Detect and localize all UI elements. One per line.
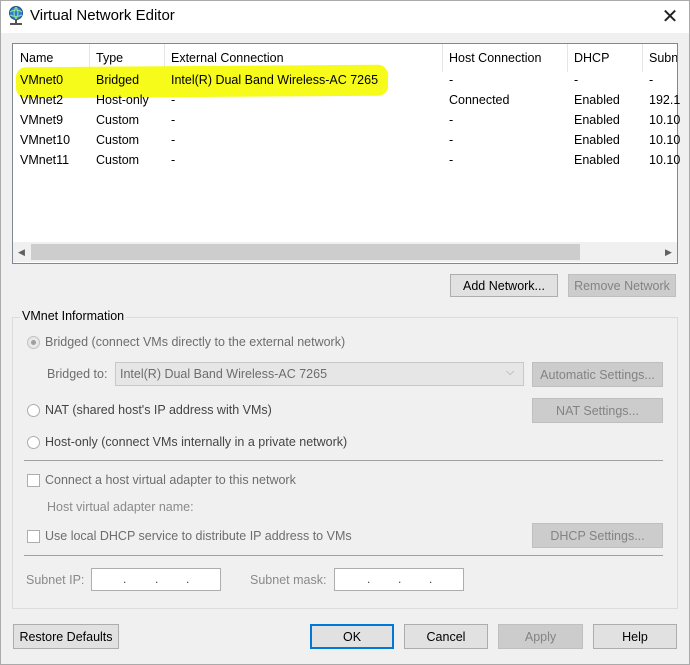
cancel-button[interactable]: Cancel [404, 624, 488, 649]
table-cell: - [449, 153, 454, 167]
column-header-host-connection[interactable]: Host Connection [442, 44, 568, 72]
adapter-name-label: Host virtual adapter name: [47, 500, 194, 514]
column-header-subnet[interactable]: Subn [642, 44, 677, 72]
table-cell: - [449, 113, 454, 127]
separator [24, 555, 663, 556]
vmnet-information-group [12, 317, 678, 609]
nat-radio[interactable] [27, 404, 40, 417]
table-row[interactable]: VMnet9 Custom - - Enabled 10.10 [0, 110, 690, 130]
table-cell: VMnet2 [20, 93, 64, 107]
table-cell: - [171, 133, 176, 147]
bridged-to-value: Intel(R) Dual Band Wireless-AC 7265 [120, 367, 328, 381]
table-cell: Custom [96, 113, 140, 127]
bridged-to-label: Bridged to: [47, 367, 108, 381]
host-only-label: Host-only (connect VMs internally in a p… [45, 435, 348, 449]
subnet-mask-label: Subnet mask: [250, 573, 327, 587]
table-cell: - [649, 73, 654, 87]
table-cell: 10.10 [649, 133, 681, 147]
network-globe-icon [7, 6, 25, 26]
table-cell: Enabled [574, 133, 620, 147]
table-cell: 192.1 [649, 93, 681, 107]
connect-adapter-label: Connect a host virtual adapter to this n… [45, 473, 296, 487]
add-network-button[interactable]: Add Network... [450, 274, 558, 297]
close-button[interactable]: ✕ [650, 0, 690, 33]
chevron-down-icon: ⌵ [506, 366, 515, 378]
scroll-thumb[interactable] [31, 244, 580, 260]
table-cell: - [171, 93, 176, 107]
bridged-label: Bridged (connect VMs directly to the ext… [45, 335, 346, 349]
window-title: Virtual Network Editor [30, 7, 175, 24]
separator [24, 460, 663, 461]
table-cell: Host-only [96, 93, 149, 107]
table-cell: - [449, 73, 454, 87]
table-cell: Enabled [574, 93, 620, 107]
table-cell: Intel(R) Dual Band Wireless-AC 7265 [171, 73, 379, 87]
table-cell: VMnet10 [20, 133, 71, 147]
nat-label: NAT (shared host's IP address with VMs) [45, 403, 272, 417]
group-label: VMnet Information [20, 309, 127, 323]
connect-adapter-checkbox[interactable] [27, 474, 40, 487]
table-cell: - [449, 133, 454, 147]
table-cell: VMnet11 [20, 153, 70, 167]
table-cell: Custom [96, 153, 140, 167]
table-row[interactable]: VMnet0 Bridged Intel(R) Dual Band Wireless… [0, 70, 690, 90]
table-cell: Custom [96, 133, 140, 147]
help-button[interactable]: Help [593, 624, 677, 649]
table-cell: Connected [449, 93, 510, 107]
table-cell: Bridged [96, 73, 140, 87]
host-only-radio[interactable] [27, 436, 40, 449]
column-header-dhcp[interactable]: DHCP [567, 44, 643, 72]
table-cell: Enabled [574, 153, 620, 167]
dhcp-settings-button[interactable]: DHCP Settings... [532, 523, 663, 548]
ok-button[interactable]: OK [310, 624, 394, 649]
table-row[interactable]: VMnet11 Custom - - Enabled 10.10 [0, 150, 690, 170]
bridged-radio[interactable] [27, 336, 40, 349]
dhcp-checkbox[interactable] [27, 530, 40, 543]
scroll-right-icon[interactable]: ▶ [660, 242, 677, 262]
nat-settings-button[interactable]: NAT Settings... [532, 398, 663, 423]
horizontal-scrollbar[interactable]: ◀ ▶ [13, 242, 677, 262]
subnet-ip-label: Subnet IP: [26, 573, 85, 587]
table-row[interactable]: VMnet2 Host-only - Connected Enabled 192.1 [0, 90, 690, 110]
apply-button[interactable]: Apply [498, 624, 583, 649]
close-icon: ✕ [661, 6, 679, 28]
restore-defaults-button[interactable]: Restore Defaults [13, 624, 119, 649]
dhcp-label: Use local DHCP service to distribute IP … [45, 529, 352, 543]
table-cell: VMnet0 [20, 73, 64, 87]
scroll-left-icon[interactable]: ◀ [13, 242, 30, 262]
automatic-settings-button[interactable]: Automatic Settings... [532, 362, 663, 387]
table-row[interactable]: VMnet10 Custom - - Enabled 10.10 [0, 130, 690, 150]
table-cell: VMnet9 [20, 113, 64, 127]
table-cell: - [171, 153, 176, 167]
table-cell: - [574, 73, 579, 87]
table-cell: - [171, 113, 176, 127]
remove-network-button[interactable]: Remove Network [568, 274, 676, 297]
table-cell: Enabled [574, 113, 620, 127]
table-cell: 10.10 [649, 113, 681, 127]
table-cell: 10.10 [649, 153, 681, 167]
